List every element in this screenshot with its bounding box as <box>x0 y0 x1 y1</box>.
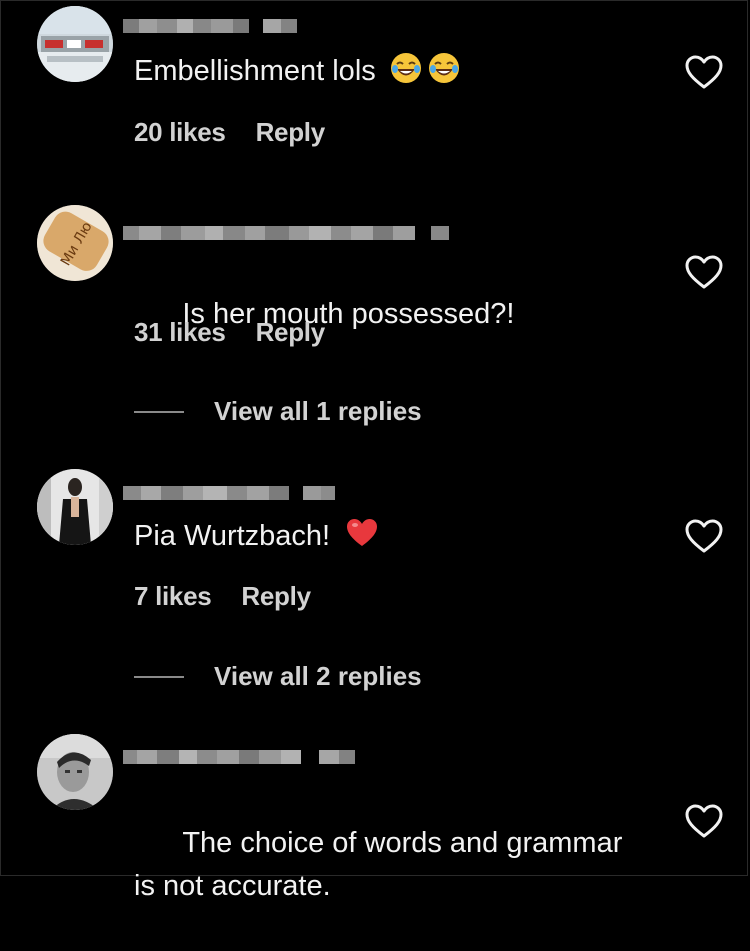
username-blurred[interactable] <box>123 738 355 776</box>
view-replies-link[interactable]: View all 2 replies <box>134 661 422 692</box>
comment-meta: 20 likes Reply <box>134 117 325 148</box>
avatar-image: Ми Лю <box>37 205 113 281</box>
avatar[interactable] <box>37 6 113 82</box>
username-blurred[interactable] <box>123 7 297 45</box>
heart-outline-icon[interactable] <box>684 802 724 842</box>
heart-outline-icon[interactable] <box>684 53 724 93</box>
red-heart-emoji-icon <box>347 519 378 546</box>
comment-meta: 31 likes Reply <box>134 317 325 348</box>
heart-outline-icon[interactable] <box>684 253 724 293</box>
view-replies-label: View all 1 replies <box>214 396 422 426</box>
view-replies-link[interactable]: View all 1 replies <box>134 396 422 427</box>
reply-button[interactable]: Reply <box>241 581 311 612</box>
divider-line <box>134 410 184 413</box>
username-blurred[interactable] <box>123 474 335 512</box>
like-count[interactable]: 20 likes <box>134 117 226 148</box>
like-count[interactable]: 7 likes <box>134 581 212 612</box>
view-replies-label: View all 2 replies <box>214 661 422 691</box>
avatar[interactable] <box>37 734 113 810</box>
username-blurred[interactable] <box>123 214 449 252</box>
reply-button[interactable]: Reply <box>256 317 326 348</box>
like-count[interactable]: 31 likes <box>134 317 226 348</box>
laughing-emoji-icon <box>428 53 459 83</box>
comment-text: Is her mouth possessed?! <box>134 250 654 379</box>
heart-outline-icon[interactable] <box>684 517 724 557</box>
comment-body: Pia Wurtzbach! <box>134 520 331 552</box>
laughing-emoji-icon <box>390 53 421 83</box>
comment-text: The choice of words and grammar is not a… <box>134 779 654 951</box>
avatar[interactable] <box>37 469 113 545</box>
divider-line <box>134 675 184 678</box>
comment-text: Pia Wurtzbach! <box>134 515 654 558</box>
comment-body: The choice of words and grammar is not a… <box>134 827 623 902</box>
avatar[interactable]: Ми Лю <box>37 205 113 281</box>
avatar-image <box>37 469 113 545</box>
comment-text: Embellishment lols <box>134 50 654 93</box>
reply-button[interactable]: Reply <box>256 117 326 148</box>
comment-body: Embellishment lols <box>134 55 376 87</box>
comments-panel: Embellishment lols 20 likes Reply Ми Лю … <box>0 0 748 902</box>
comment-meta: 7 likes Reply <box>134 581 311 612</box>
avatar-image <box>37 6 113 82</box>
avatar-image <box>37 734 113 810</box>
